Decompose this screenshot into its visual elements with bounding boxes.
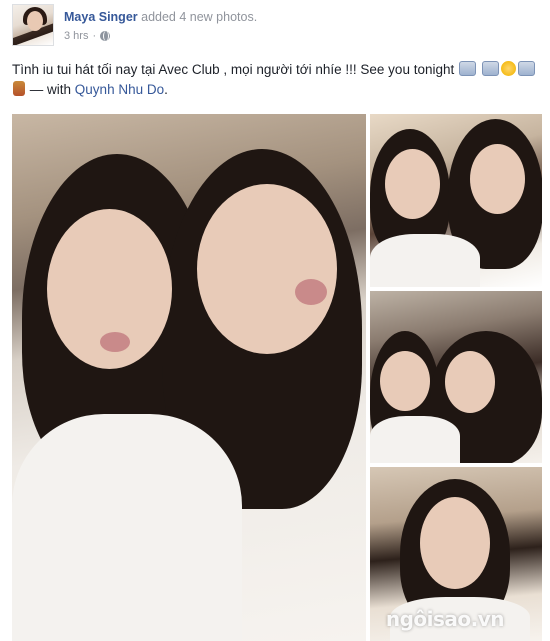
- post-action-text: added 4 new photos.: [141, 10, 258, 24]
- photo-thumbnail-2[interactable]: [370, 291, 542, 463]
- photo-figure-face: [380, 351, 430, 411]
- photo-figure-shirt: [370, 234, 480, 287]
- smiling-face-emoji-icon: [500, 61, 516, 76]
- person-emoji-icon: [13, 81, 25, 96]
- photo-figure-lips: [295, 279, 327, 305]
- author-avatar[interactable]: [12, 4, 54, 46]
- waving-hand-emoji-icon: [517, 61, 535, 76]
- photo-grid: ngôisao.vn: [12, 114, 542, 641]
- post-message: Tình iu tui hát tối nay tại Avec Club , …: [12, 60, 540, 100]
- author-line: Maya Singer added 4 new photos.: [64, 10, 257, 24]
- waving-hand-emoji-icon: [459, 61, 477, 76]
- post-meta: 3 hrs ·: [64, 30, 111, 42]
- photo-figure-face: [197, 184, 337, 354]
- avatar-face: [27, 11, 43, 31]
- photo-figure-shirt: [12, 414, 242, 641]
- photo-main[interactable]: [12, 114, 366, 641]
- post-timestamp-link[interactable]: 3 hrs: [64, 30, 88, 42]
- post-message-text: Tình iu tui hát tối nay tại Avec Club , …: [12, 62, 455, 77]
- watermark-text: ngôisao.vn: [385, 607, 505, 631]
- photo-thumbnail-3[interactable]: ngôisao.vn: [370, 467, 542, 641]
- photo-figure-face: [385, 149, 440, 219]
- photo-figure-face: [445, 351, 495, 413]
- with-prefix: — with: [29, 82, 72, 97]
- tagged-user-link[interactable]: Quynh Nhu Do: [75, 82, 164, 97]
- photo-figure-shirt: [370, 416, 460, 463]
- globe-icon[interactable]: [100, 31, 111, 41]
- photo-figure-lips: [100, 332, 130, 352]
- photo-figure-face: [470, 144, 525, 214]
- waving-hand-emoji-icon: [481, 61, 499, 76]
- post-message-end: .: [164, 82, 168, 97]
- photo-thumbnail-1[interactable]: [370, 114, 542, 287]
- photo-figure-face: [420, 497, 490, 589]
- author-name-link[interactable]: Maya Singer: [64, 10, 138, 24]
- meta-separator: ·: [92, 30, 97, 42]
- post-header: Maya Singer added 4 new photos. 3 hrs ·: [12, 4, 542, 50]
